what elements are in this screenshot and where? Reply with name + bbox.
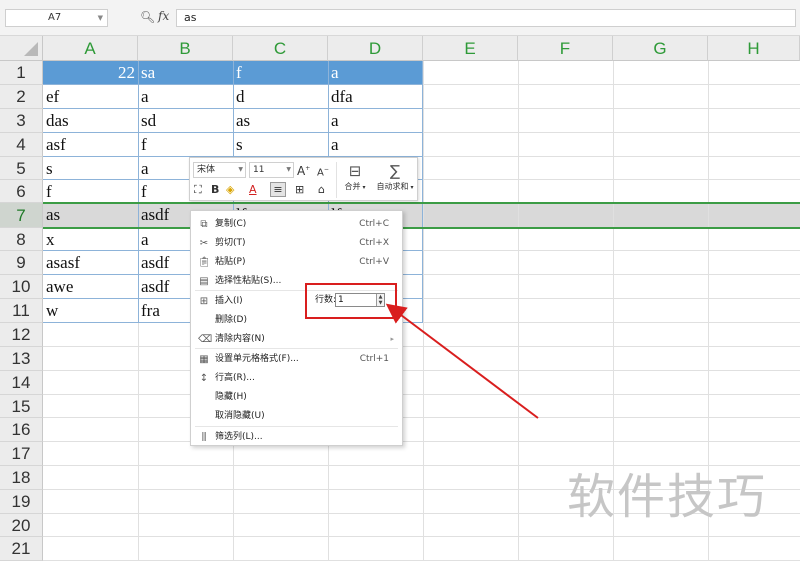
watermark: 软件技巧 xyxy=(567,469,768,525)
